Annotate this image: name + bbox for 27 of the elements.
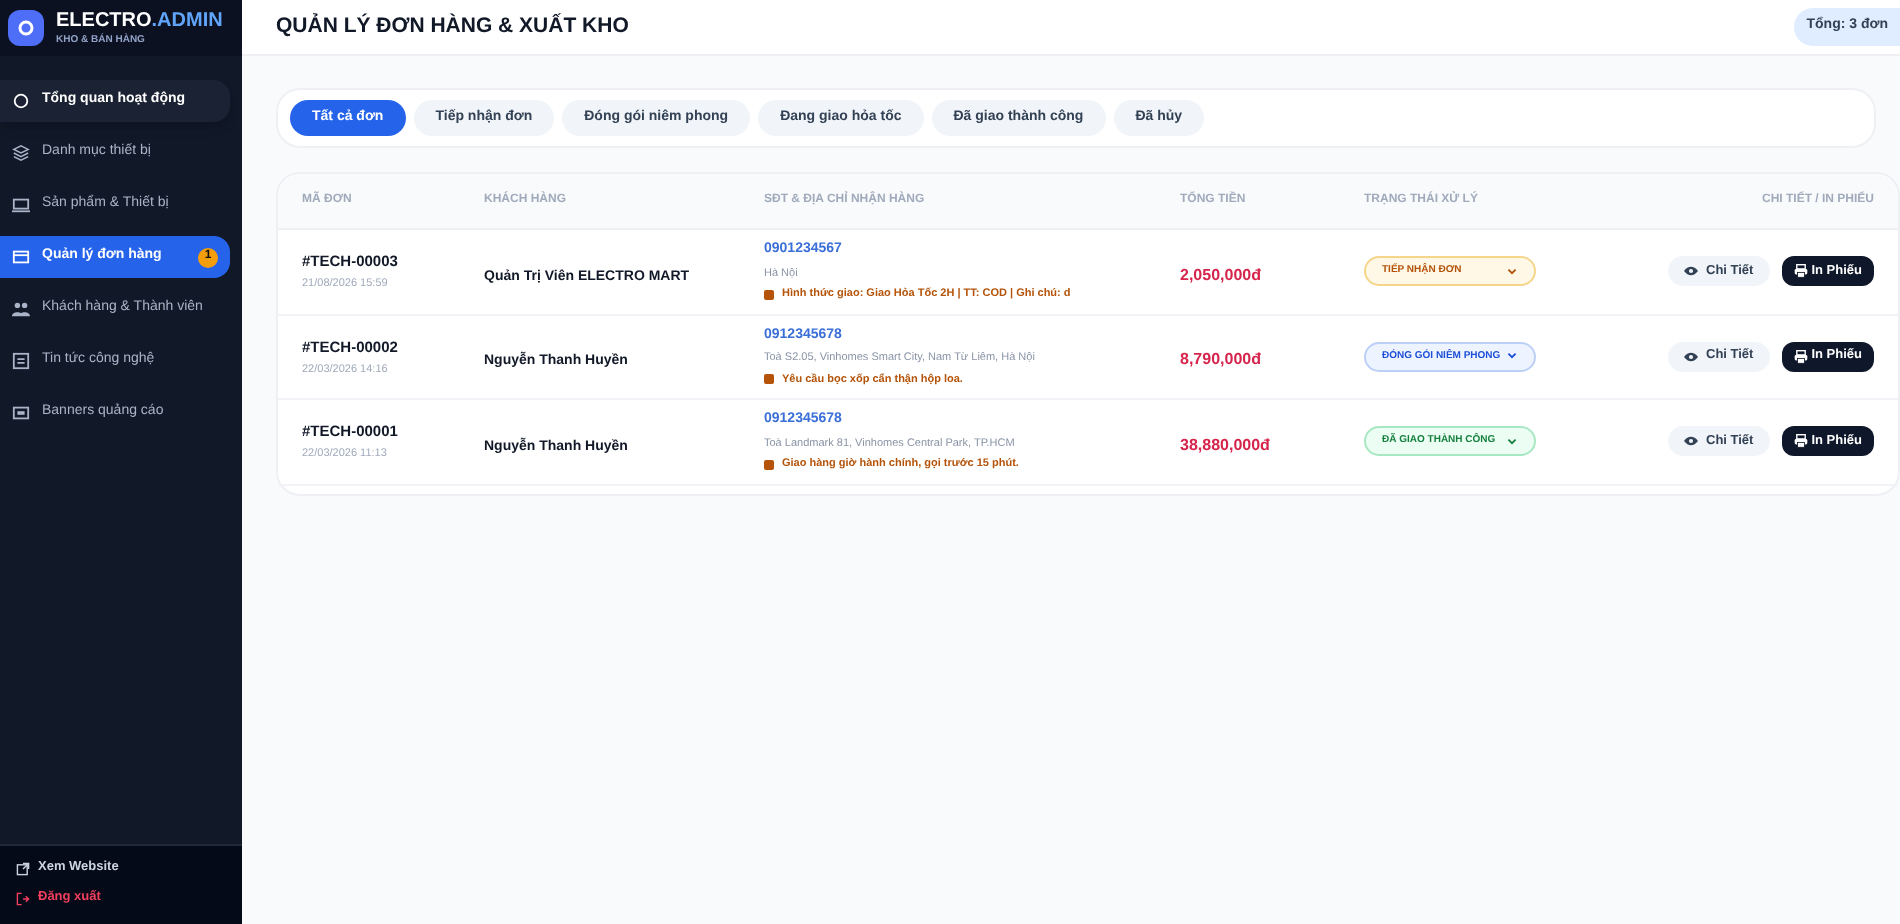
- logout-icon: [16, 892, 30, 906]
- external-link-icon: [16, 862, 30, 876]
- note-icon: [764, 289, 774, 300]
- order-total: 2,050,000đ: [1180, 265, 1261, 284]
- printer-icon: [1793, 434, 1808, 449]
- menu-item-icon: [12, 404, 30, 422]
- menu-item-icon: [12, 352, 30, 370]
- logo-icon: [8, 10, 44, 46]
- eye-icon: [1684, 434, 1698, 449]
- brand-name: ELECTRO.ADMIN: [56, 11, 223, 31]
- menu-item-icon: [12, 196, 30, 214]
- eye-icon: [1684, 264, 1698, 279]
- chevron-down-icon: [1506, 350, 1518, 363]
- menu-item-icon: [12, 144, 30, 162]
- order-total: 8,790,000đ: [1180, 350, 1261, 369]
- chevron-down-icon: [1506, 265, 1518, 278]
- page-title: QUẢN LÝ ĐƠN HÀNG & XUẤT KHO: [276, 11, 629, 42]
- note-icon: [764, 459, 774, 470]
- menu-item-icon: [12, 300, 30, 318]
- printer-icon: [1793, 264, 1808, 279]
- menu-item-icon: [12, 248, 30, 266]
- note-icon: [764, 374, 774, 385]
- eye-icon: [1684, 349, 1698, 364]
- printer-icon: [1793, 349, 1808, 364]
- order-total: 38,880,000đ: [1180, 435, 1270, 454]
- menu-item-icon: [12, 92, 30, 110]
- chevron-down-icon: [1506, 435, 1518, 448]
